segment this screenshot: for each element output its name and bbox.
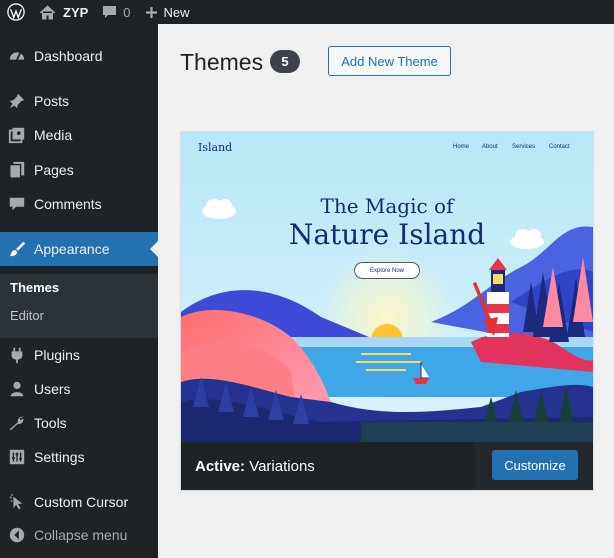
media-icon xyxy=(0,126,34,144)
menu-item-media[interactable]: Media xyxy=(0,118,158,152)
dashboard-icon xyxy=(0,47,34,65)
preview-heading-line1: The Magic of xyxy=(320,194,454,218)
new-content-link[interactable]: New xyxy=(138,0,197,24)
cursor-icon xyxy=(0,493,34,511)
menu-item-posts[interactable]: Posts xyxy=(0,84,158,118)
preview-nav-home: Home xyxy=(453,144,470,150)
theme-actions: Customize xyxy=(475,442,593,490)
add-new-theme-button[interactable]: Add New Theme xyxy=(328,46,451,76)
comments-link[interactable]: 0 xyxy=(95,0,137,24)
active-theme-name: Variations xyxy=(249,458,315,475)
theme-screenshot-illustration xyxy=(181,132,593,442)
menu-item-comments[interactable]: Comments xyxy=(0,187,158,221)
appearance-submenu: Themes Editor xyxy=(0,274,158,338)
menu-item-tools[interactable]: Tools xyxy=(0,406,158,440)
pin-icon xyxy=(0,92,34,110)
comment-bubble-icon xyxy=(103,6,117,18)
user-icon xyxy=(0,380,34,398)
menu-item-appearance[interactable]: Appearance xyxy=(0,232,158,266)
plug-icon xyxy=(0,346,34,364)
site-name: ZYP xyxy=(63,4,89,20)
preview-heading-line2: Nature Island xyxy=(288,218,486,251)
collapse-arrow-icon xyxy=(0,526,34,544)
menu-item-custom-cursor[interactable]: Custom Cursor xyxy=(0,485,158,519)
pages-icon xyxy=(0,161,34,179)
brush-icon xyxy=(0,240,34,258)
settings-icon xyxy=(0,448,34,466)
home-icon xyxy=(39,4,56,19)
preview-explore-button: Explore Now xyxy=(354,262,420,279)
admin-sidebar: Dashboard Posts Media Pages Comments App… xyxy=(0,24,158,558)
preview-nav-about: About xyxy=(482,144,498,150)
red-arrow-annotation-icon xyxy=(473,282,498,336)
menu-item-pages[interactable]: Pages xyxy=(0,153,158,187)
theme-card-footer: Active: Variations Customize xyxy=(181,442,593,490)
preview-nav-services: Services xyxy=(512,144,536,150)
preview-site-title: Island xyxy=(198,141,233,154)
wrench-icon xyxy=(0,414,34,432)
preview-nav-contact: Contact xyxy=(549,144,570,150)
main-content: Themes 5 Add New Theme Island Home About… xyxy=(158,24,614,558)
comment-count: 0 xyxy=(123,4,131,20)
theme-card-active[interactable]: Island Home About Services Contact The M… xyxy=(180,131,594,491)
menu-item-settings[interactable]: Settings xyxy=(0,440,158,474)
customize-button[interactable]: Customize xyxy=(492,450,578,480)
theme-count-badge: 5 xyxy=(270,50,300,73)
submenu-item-editor[interactable]: Editor xyxy=(10,308,44,323)
menu-item-plugins[interactable]: Plugins xyxy=(0,338,158,372)
menu-item-dashboard[interactable]: Dashboard xyxy=(0,39,158,73)
active-theme-label: Active: Variations xyxy=(195,458,315,475)
new-label: New xyxy=(163,4,190,20)
comment-icon xyxy=(0,195,34,213)
page-title: Themes xyxy=(180,49,264,75)
active-prefix: Active: xyxy=(195,458,246,475)
menu-item-users[interactable]: Users xyxy=(0,372,158,406)
wordpress-logo-icon[interactable] xyxy=(0,0,32,24)
theme-screenshot[interactable]: Island Home About Services Contact The M… xyxy=(181,132,593,442)
collapse-menu-button[interactable]: Collapse menu xyxy=(0,518,158,552)
site-name-link[interactable]: ZYP xyxy=(32,0,95,24)
submenu-item-themes[interactable]: Themes xyxy=(10,280,59,295)
plus-icon xyxy=(145,6,157,18)
admin-bar: ZYP 0 New xyxy=(0,0,614,24)
